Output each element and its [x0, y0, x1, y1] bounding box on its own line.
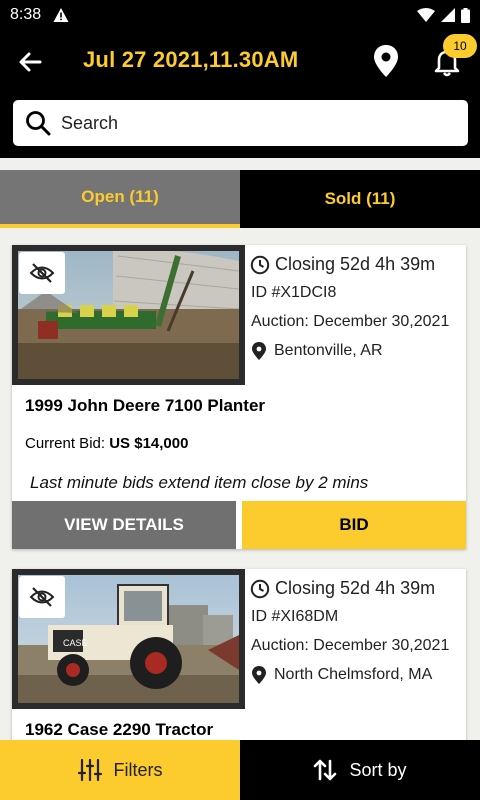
search-bar[interactable]: Search: [13, 100, 468, 146]
status-time: 8:38: [10, 6, 42, 23]
filters-button[interactable]: Filters: [0, 740, 240, 800]
location-pin-icon: [252, 342, 266, 360]
bid-button[interactable]: BID: [242, 501, 466, 549]
location: North Chelmsford, MA: [274, 666, 433, 683]
back-arrow-icon[interactable]: [14, 48, 46, 76]
lot-id: ID #XI68DM: [251, 608, 339, 625]
tab-sold[interactable]: Sold (11): [240, 170, 480, 228]
search-input[interactable]: Search: [61, 113, 118, 134]
notification-badge: 10: [443, 34, 477, 58]
listing-thumbnail[interactable]: [12, 245, 245, 385]
listing-card[interactable]: CASE Closing 52d 4h 39m ID #XI68DM Aucti…: [12, 569, 466, 769]
bottom-action-bar: Filters Sort by: [0, 740, 480, 800]
battery-icon: [461, 7, 470, 23]
closing-time: Closing 52d 4h 39m: [275, 578, 436, 598]
eye-off-icon: [29, 263, 55, 283]
wifi-icon: [417, 8, 435, 22]
sliders-icon: [77, 759, 102, 781]
auction-date: Auction: December 30,2021: [251, 313, 450, 330]
auction-date: Auction: December 30,2021: [251, 637, 450, 654]
tab-open[interactable]: Open (11): [0, 170, 240, 228]
location: Bentonville, AR: [274, 342, 383, 359]
search-icon: [26, 111, 51, 136]
current-bid: Current Bid: US $14,000: [25, 435, 188, 452]
clock-icon: [250, 255, 270, 274]
closing-time-row: Closing 52d 4h 39m: [250, 254, 435, 275]
sort-arrows-icon: [314, 759, 337, 781]
status-bar: 8:38: [0, 0, 480, 30]
location-pin-icon[interactable]: [372, 44, 400, 78]
filters-label: Filters: [113, 759, 163, 780]
extend-note: Last minute bids extend item close by 2 …: [30, 473, 369, 492]
listing-title[interactable]: 1999 John Deere 7100 Planter: [25, 396, 265, 416]
lot-id: ID #X1DCI8: [251, 284, 337, 301]
cell-signal-icon: [441, 8, 455, 22]
location-pin-icon: [252, 666, 266, 684]
sort-button[interactable]: Sort by: [240, 740, 480, 800]
status-tabs: Open (11) Sold (11): [0, 170, 480, 228]
current-bid-amount: US $14,000: [109, 435, 189, 452]
clock-icon: [250, 579, 270, 598]
view-details-button[interactable]: VIEW DETAILS: [12, 501, 236, 549]
status-icons: [417, 7, 470, 23]
eye-off-icon: [29, 587, 55, 607]
listing-card[interactable]: Closing 52d 4h 39m ID #X1DCI8 Auction: D…: [12, 245, 466, 549]
hide-listing-button[interactable]: [19, 252, 65, 294]
screen: 8:38 Jul 27 2021,11.30AM 10 Search Open …: [0, 0, 480, 800]
listing-title[interactable]: 1962 Case 2290 Tractor: [25, 720, 213, 740]
sort-label: Sort by: [349, 759, 407, 780]
alert-icon: [53, 8, 69, 22]
app-header: Jul 27 2021,11.30AM 10 Search: [0, 30, 480, 158]
current-bid-label: Current Bid:: [25, 435, 106, 452]
page-title: Jul 27 2021,11.30AM: [83, 47, 299, 72]
closing-time: Closing 52d 4h 39m: [275, 254, 436, 274]
svg-text:CASE: CASE: [63, 638, 88, 648]
closing-time-row: Closing 52d 4h 39m: [250, 578, 435, 599]
hide-listing-button[interactable]: [19, 576, 65, 618]
location-row: Bentonville, AR: [250, 342, 383, 360]
location-row: North Chelmsford, MA: [250, 666, 432, 684]
listing-thumbnail[interactable]: CASE: [12, 569, 245, 709]
